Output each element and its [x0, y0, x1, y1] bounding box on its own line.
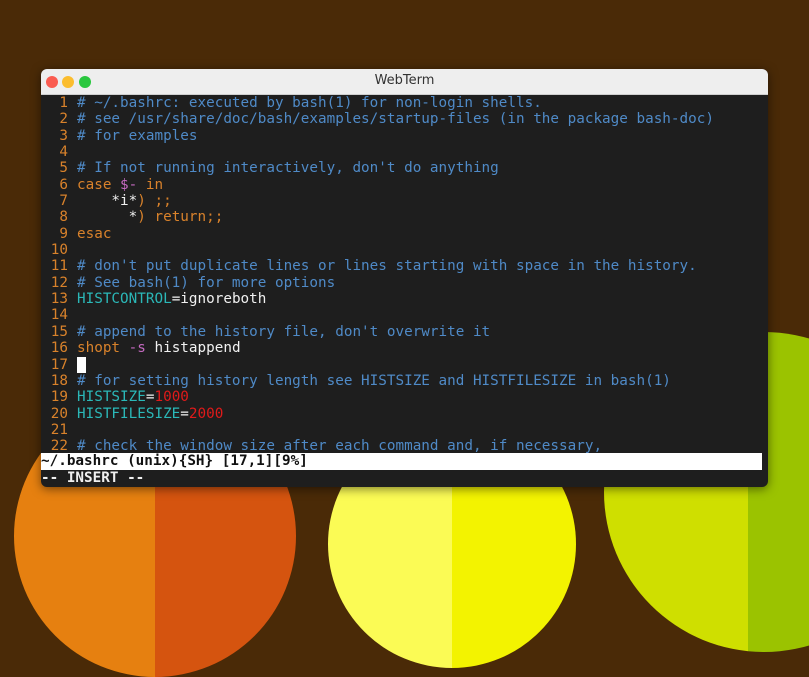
editor-line[interactable]: 4: [41, 144, 768, 160]
code-token: esac: [77, 225, 112, 242]
line-number: 15: [50, 323, 68, 340]
code-token: ) return;;: [137, 209, 224, 226]
line-number: 1: [59, 95, 68, 111]
editor-line[interactable]: 5 # If not running interactively, don't d…: [41, 160, 768, 176]
code-token: *i*: [77, 193, 138, 210]
line-code: case $- in: [77, 177, 163, 193]
line-number: 4: [59, 144, 68, 161]
line-number: 3: [59, 127, 68, 144]
code-token: HISTSIZE: [77, 389, 146, 406]
code-token: # for examples: [77, 127, 198, 144]
line-number: 20: [50, 405, 68, 422]
line-code: *i*) ;;: [77, 193, 172, 210]
text-cursor: [77, 356, 86, 373]
line-number: 16: [50, 340, 68, 357]
line-number: 10: [50, 242, 68, 259]
editor-line[interactable]: 11 # don't put duplicate lines or lines s…: [41, 258, 768, 274]
line-code: # check the window size after each comma…: [77, 438, 602, 454]
line-code: HISTCONTROL=ignoreboth: [77, 291, 266, 307]
editor-line[interactable]: 9 esac: [41, 226, 768, 242]
code-token: HISTFILESIZE: [77, 405, 181, 422]
line-number: 22: [50, 438, 68, 455]
editor-line[interactable]: 8 *) return;;: [41, 209, 768, 225]
window-titlebar[interactable]: WebTerm: [41, 69, 768, 95]
code-token: -s: [128, 340, 146, 357]
editor-line[interactable]: 20 HISTFILESIZE=2000: [41, 406, 768, 422]
line-code: esac: [77, 226, 111, 242]
line-number: 11: [50, 258, 68, 275]
code-token: # for setting history length see HISTSIZ…: [77, 372, 671, 389]
line-number: 21: [50, 421, 68, 438]
code-token: =: [180, 405, 189, 422]
line-number: 13: [50, 291, 68, 308]
vim-mode-indicator: -- INSERT --: [41, 470, 145, 486]
editor-line[interactable]: 3 # for examples: [41, 128, 768, 144]
code-token: # don't put duplicate lines or lines sta…: [77, 258, 697, 275]
line-number: 9: [59, 225, 68, 242]
line-number: 17: [50, 356, 68, 373]
code-token: # see /usr/share/doc/bash/examples/start…: [77, 111, 714, 128]
code-token: # append to the history file, don't over…: [77, 323, 491, 340]
code-token: histappend: [145, 340, 241, 357]
line-number: 8: [59, 209, 68, 226]
line-code: # for examples: [77, 128, 198, 144]
code-token: $-: [120, 176, 138, 193]
editor-line[interactable]: 17: [41, 356, 768, 373]
code-token: case: [77, 176, 121, 193]
code-token: *: [77, 209, 138, 226]
code-token: # ~/.bashrc: executed by bash(1) for non…: [77, 95, 542, 111]
line-code: [77, 356, 86, 373]
line-number: 6: [59, 176, 68, 193]
line-code: # See bash(1) for more options: [77, 275, 335, 291]
line-code: # ~/.bashrc: executed by bash(1) for non…: [77, 95, 542, 111]
line-code: # for setting history length see HISTSIZ…: [77, 373, 671, 389]
editor-line[interactable]: 21: [41, 422, 768, 438]
editor-line[interactable]: 1 # ~/.bashrc: executed by bash(1) for no…: [41, 95, 768, 111]
line-number: 19: [50, 389, 68, 406]
window-title: WebTerm: [374, 73, 435, 88]
line-number: 14: [50, 307, 68, 324]
editor-text-area[interactable]: 1 # ~/.bashrc: executed by bash(1) for no…: [41, 95, 768, 455]
editor-line[interactable]: 10: [41, 242, 768, 258]
line-code: *) return;;: [77, 209, 224, 226]
editor-line[interactable]: 7 *i*) ;;: [41, 193, 768, 209]
terminal-window: WebTerm 1 # ~/.bashrc: executed by bash(1…: [41, 69, 768, 487]
editor-line[interactable]: 12 # See bash(1) for more options: [41, 275, 768, 291]
code-token: =ignoreboth: [171, 291, 267, 308]
code-token: 2000: [188, 405, 224, 422]
line-code: # see /usr/share/doc/bash/examples/start…: [77, 111, 714, 127]
line-code: # don't put duplicate lines or lines sta…: [77, 258, 697, 274]
editor-line[interactable]: 19 HISTSIZE=1000: [41, 389, 768, 405]
line-code: HISTSIZE=1000: [77, 389, 189, 405]
line-number: 12: [50, 274, 68, 291]
line-number: 2: [59, 111, 68, 128]
code-token: ) ;;: [137, 193, 172, 210]
line-code: # If not running interactively, don't do…: [77, 160, 499, 176]
line-code: # append to the history file, don't over…: [77, 324, 490, 340]
vim-status-line: ~/.bashrc (unix){SH} [17,1][9%]: [41, 453, 762, 470]
code-token: # If not running interactively, don't do…: [77, 160, 499, 177]
line-code: shopt -s histappend: [77, 340, 241, 356]
editor-line[interactable]: 6 case $- in: [41, 177, 768, 193]
line-number: 7: [59, 193, 68, 210]
code-token: in: [137, 176, 164, 193]
code-token: # See bash(1) for more options: [77, 274, 336, 291]
editor-line[interactable]: 2 # see /usr/share/doc/bash/examples/star…: [41, 111, 768, 127]
line-number: 5: [59, 160, 68, 177]
line-number: 18: [50, 372, 68, 389]
line-code: HISTFILESIZE=2000: [77, 406, 223, 422]
code-token: # check the window size after each comma…: [77, 438, 603, 455]
editor-line[interactable]: 15 # append to the history file, don't ov…: [41, 324, 768, 340]
editor-line[interactable]: 16 shopt -s histappend: [41, 340, 768, 356]
editor-line[interactable]: 13 HISTCONTROL=ignoreboth: [41, 291, 768, 307]
code-token: 1000: [154, 389, 189, 406]
editor-line[interactable]: 14: [41, 307, 768, 323]
editor-line[interactable]: 18 # for setting history length see HISTS…: [41, 373, 768, 389]
code-token: HISTCONTROL: [77, 291, 172, 308]
code-token: shopt: [77, 340, 129, 357]
